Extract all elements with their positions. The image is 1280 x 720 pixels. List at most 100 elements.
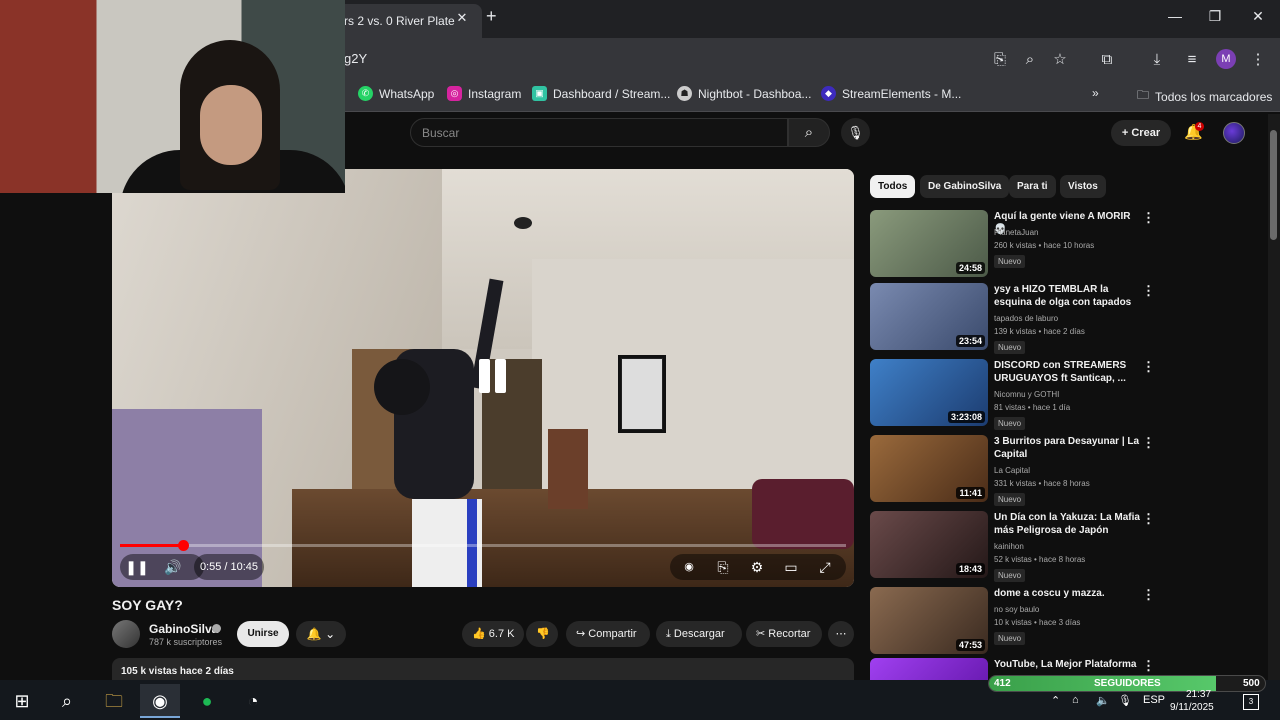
chip-vistos[interactable]: Vistos	[1060, 175, 1106, 198]
extensions-icon[interactable]: ⧉	[1096, 49, 1118, 71]
pause-icon[interactable]: ❚❚	[124, 554, 150, 580]
chip-todos[interactable]: Todos	[870, 175, 916, 198]
subscription-bell-button[interactable]: 🔔 ⌄	[296, 621, 346, 647]
recommended-video[interactable]: 23:54 ysy a HIZO TEMBLAR la esquina de o…	[870, 283, 1160, 354]
video-menu-icon[interactable]: ⋮	[1142, 435, 1155, 451]
search-icon[interactable]: ⌕	[788, 118, 830, 147]
spotify-icon[interactable]: ●	[187, 684, 227, 718]
chip-para-ti[interactable]: Para ti	[1009, 175, 1056, 198]
taskbar-date[interactable]: 9/11/2025	[1170, 702, 1214, 713]
taskbar-time[interactable]: 21:37	[1186, 689, 1211, 700]
volume-icon[interactable]: 🔊	[160, 554, 186, 580]
video-menu-icon[interactable]: ⋮	[1142, 511, 1155, 527]
video-thumbnail[interactable]: 18:43	[870, 511, 988, 578]
profile-avatar[interactable]: M	[1216, 49, 1236, 69]
recommended-video[interactable]: 3:23:08 DISCORD con STREAMERS URUGUAYOS …	[870, 359, 1160, 430]
miniplayer-icon[interactable]: ▭	[778, 554, 804, 580]
zoom-icon[interactable]: ⌕	[1019, 49, 1041, 71]
recommended-video[interactable]: 18:43 Un Día con la Yakuza: La Mafia más…	[870, 511, 1160, 582]
recommended-channel[interactable]: Nicomnu y GOTHI	[994, 390, 1059, 399]
bookmark-nightbot[interactable]: ☗ Nightbot - Dashboa...	[677, 86, 811, 101]
create-button[interactable]: + Crear	[1111, 120, 1171, 146]
mic-tray-icon[interactable]: 🎙	[1118, 694, 1132, 707]
clip-button[interactable]: ✂ Recortar	[746, 621, 822, 647]
bookmark-whatsapp[interactable]: ✆ WhatsApp	[358, 86, 434, 101]
video-thumbnail[interactable]	[870, 658, 988, 680]
video-title: SOY GAY?	[112, 597, 183, 613]
microphone-icon[interactable]: 🎙	[841, 118, 870, 147]
download-button[interactable]: ⤓ Descargar	[656, 621, 742, 647]
bookmark-streamlabs[interactable]: ▣ Dashboard / Stream...	[532, 86, 670, 101]
recommended-channel[interactable]: PlanetaJuan	[994, 228, 1038, 237]
chip-de-gabinosilva[interactable]: De GabinoSilva	[920, 175, 1010, 198]
close-window-icon[interactable]: ✕	[1243, 8, 1273, 25]
video-thumbnail[interactable]: 11:41	[870, 435, 988, 502]
video-menu-icon[interactable]: ⋮	[1142, 587, 1155, 603]
all-bookmarks[interactable]: 🗀 Todos los marcadores	[1137, 86, 1272, 107]
channel-avatar[interactable]	[112, 620, 140, 648]
chrome-taskbar-icon[interactable]: ◉	[140, 684, 180, 718]
minimize-icon[interactable]: —	[1160, 8, 1190, 24]
youtube-avatar[interactable]	[1223, 122, 1245, 144]
tray-chevron-icon[interactable]: ⌃	[1051, 694, 1060, 707]
recommended-channel[interactable]: kainihon	[994, 542, 1024, 551]
bookmark-instagram[interactable]: ◎ Instagram	[447, 86, 521, 101]
downloads-icon[interactable]: ⤓	[1146, 49, 1168, 71]
recommended-video[interactable]: 24:58 Aquí la gente viene A MORIR 💀 Plan…	[870, 210, 1160, 278]
video-menu-icon[interactable]: ⋮	[1142, 283, 1155, 299]
like-button[interactable]: 👍 6.7 K	[462, 621, 524, 647]
video-thumbnail[interactable]: 24:58	[870, 210, 988, 277]
recommended-video[interactable]: 11:41 3 Burritos para Desayunar | La Cap…	[870, 435, 1160, 506]
bookmark-star-icon[interactable]: ☆	[1049, 49, 1071, 71]
address-bar[interactable]: g2Y	[344, 51, 367, 66]
notification-center-icon[interactable]: 3	[1243, 694, 1259, 710]
speaker-icon[interactable]: 🔈	[1096, 694, 1110, 707]
new-tab-icon[interactable]: +	[486, 6, 497, 27]
media-control-icon[interactable]: ≡	[1181, 49, 1203, 71]
video-thumbnail[interactable]: 47:53	[870, 587, 988, 654]
search-input[interactable]: Buscar	[410, 118, 788, 147]
scrollbar-thumb[interactable]	[1270, 130, 1277, 240]
dislike-button[interactable]: 👎	[526, 621, 558, 647]
network-icon[interactable]: ⌂	[1072, 694, 1079, 706]
recommended-video[interactable]: 47:53 dome a coscu y mazza. no soy baulo…	[870, 587, 1160, 655]
thumbs-up-icon: 👍	[472, 628, 489, 640]
more-actions-icon[interactable]: ⋯	[828, 621, 854, 647]
progress-bar[interactable]	[120, 544, 846, 547]
subtitles-icon[interactable]: ⎘	[710, 554, 736, 580]
video-thumbnail[interactable]: 3:23:08	[870, 359, 988, 426]
menu-kebab-icon[interactable]: ⋮	[1247, 49, 1269, 71]
install-app-icon[interactable]: ⎘	[989, 49, 1011, 71]
taskbar-search-icon[interactable]: ⌕	[47, 684, 87, 718]
autoplay-toggle-icon[interactable]: ◉	[676, 554, 702, 580]
channel-name[interactable]: GabinoSilva	[149, 622, 218, 636]
progress-scrubber[interactable]	[178, 540, 189, 551]
recommended-channel[interactable]: tapados de laburo	[994, 314, 1058, 323]
pause-overlay-icon[interactable]	[467, 353, 517, 403]
recommended-title[interactable]: dome a coscu y mazza.	[994, 587, 1144, 600]
video-menu-icon[interactable]: ⋮	[1142, 658, 1155, 674]
windows-start-icon[interactable]: ⊞	[2, 684, 42, 718]
video-menu-icon[interactable]: ⋮	[1142, 210, 1155, 226]
language-indicator[interactable]: ESP	[1143, 694, 1165, 706]
recommended-title[interactable]: 3 Burritos para Desayunar | La Capital	[994, 435, 1144, 461]
bookmark-streamelements[interactable]: ◆ StreamElements - M...	[821, 86, 961, 101]
video-player[interactable]: ❚❚ 🔊 0:55 / 10:45 ◉ ⎘ ⚙ ▭ ⤢	[112, 169, 854, 587]
recommended-title[interactable]: DISCORD con STREAMERS URUGUAYOS ft Santi…	[994, 359, 1144, 385]
more-bookmarks-icon[interactable]: »	[1092, 86, 1099, 100]
recommended-channel[interactable]: no soy baulo	[994, 605, 1039, 614]
video-thumbnail[interactable]: 23:54	[870, 283, 988, 350]
video-menu-icon[interactable]: ⋮	[1142, 359, 1155, 375]
restore-icon[interactable]: ❐	[1200, 8, 1230, 25]
join-button[interactable]: Unirse	[237, 621, 289, 647]
recommended-channel[interactable]: La Capital	[994, 466, 1030, 475]
recommended-title[interactable]: YouTube, La Mejor Plataforma	[994, 658, 1144, 671]
file-explorer-icon[interactable]: 🗀	[94, 684, 134, 718]
recommended-title[interactable]: ysy a HIZO TEMBLAR la esquina de olga co…	[994, 283, 1144, 309]
obs-icon[interactable]: ◔	[233, 684, 273, 718]
recommended-title[interactable]: Un Día con la Yakuza: La Mafia más Pelig…	[994, 511, 1144, 537]
fullscreen-icon[interactable]: ⤢	[812, 554, 838, 580]
close-tab-icon[interactable]: ✕	[454, 10, 470, 26]
share-button[interactable]: ↪ Compartir	[566, 621, 650, 647]
settings-gear-icon[interactable]: ⚙	[744, 554, 770, 580]
